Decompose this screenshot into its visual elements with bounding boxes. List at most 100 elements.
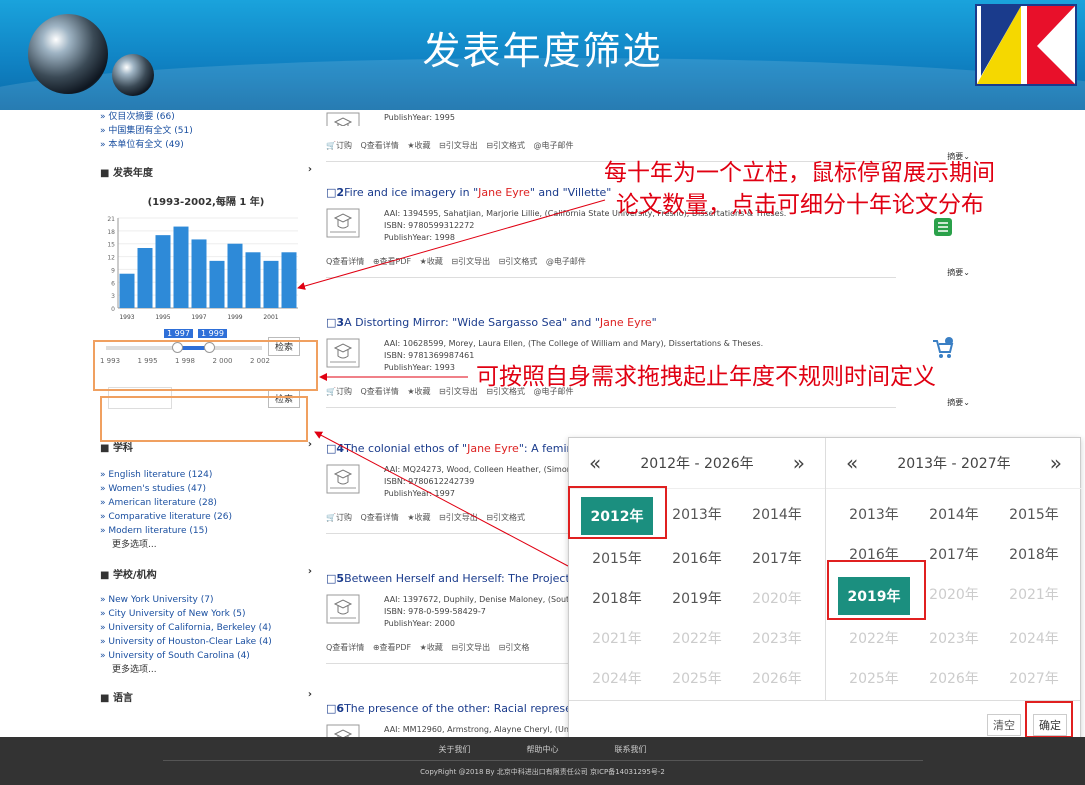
result-number: 2 (336, 186, 345, 199)
square-icon: ■ (100, 570, 113, 581)
year-cell[interactable]: 2013年 (657, 495, 737, 533)
footer-link[interactable]: 帮助中心 (527, 745, 559, 754)
section-year[interactable]: ■ 发表年度 › (100, 164, 312, 179)
sidebar-link[interactable]: » 仅目次摘要 (66) (100, 110, 312, 124)
slider-highlight-box (93, 340, 318, 391)
result-actions[interactable]: Q查看详情 ⊕查看PDF ★收藏 ⊟引文导出 ⊟引文格式 @电子邮件 (326, 256, 982, 267)
year-cell[interactable]: 2017年 (914, 535, 994, 573)
sidebar-link[interactable]: » 本单位有全文 (49) (100, 138, 312, 152)
title-highlight: Jane Eyre (478, 186, 530, 199)
annotation-1: 每十年为一个立柱，鼠标停留展示期间 (604, 160, 995, 186)
meta-line: AAI: MM12960, Armstrong, Alayne Cheryl, … (384, 725, 599, 734)
footer-link[interactable]: 联系我们 (615, 745, 647, 754)
school-item[interactable]: » New York University (7) (100, 593, 312, 607)
cart-icon[interactable] (930, 336, 954, 360)
chart-bar[interactable] (227, 243, 243, 308)
meta-line: AAI: MQ24273, Wood, Colleen Heather, (Si… (384, 465, 596, 474)
brand-logo (975, 4, 1077, 86)
result-meta: PublishYear: 1995 (384, 112, 455, 126)
section-year-label: 发表年度 (112, 168, 153, 179)
x-tick-label: 1997 (191, 314, 206, 321)
subject-item[interactable]: 更多选项... (100, 538, 312, 552)
result-title[interactable]: □3A Distorting Mirror: "Wide Sargasso Se… (326, 316, 982, 330)
footer-link[interactable]: 关于我们 (439, 745, 471, 754)
school-item[interactable]: » University of California, Berkeley (4) (100, 621, 312, 635)
meta-line: ISBN: 9781369987461 (384, 351, 475, 360)
year-cell[interactable]: 2019年 (657, 579, 737, 617)
year-bar-chart[interactable]: 0 3 6 9 12 15 18 21 1993 1995 1997 1999 2001 (100, 214, 312, 326)
title-highlight: Jane Eyre (599, 316, 652, 329)
result-meta: AAI: MQ24273, Wood, Colleen Heather, (Si… (384, 464, 596, 500)
chevron-right-icon: › (307, 164, 312, 175)
year-cell[interactable]: 2018年 (994, 535, 1074, 573)
result-checkbox[interactable]: □ (326, 316, 336, 329)
school-item[interactable]: 更多选项... (100, 663, 312, 677)
school-item[interactable]: » City University of New York (5) (100, 607, 312, 621)
page-title: 发表年度筛选 (422, 29, 663, 73)
chart-bar[interactable] (155, 235, 171, 308)
chart-bar[interactable] (119, 273, 135, 308)
year-cell[interactable]: 2013年 (834, 495, 914, 533)
abstract-toggle[interactable]: 摘要⌄ (947, 267, 970, 278)
school-item[interactable]: » University of Houston-Clear Lake (4) (100, 635, 312, 649)
chart-bar[interactable] (281, 252, 297, 308)
result-checkbox[interactable]: □ (326, 702, 336, 715)
y-tick-label: 15 (107, 242, 115, 249)
year-cell: 2020年 (752, 591, 802, 607)
year-cell[interactable]: 2015年 (577, 539, 657, 577)
x-tick-label: 2001 (263, 314, 278, 321)
sidebar-link[interactable]: » 中国集团有全文 (51) (100, 124, 312, 138)
school-list: » New York University (7)» City Universi… (100, 593, 312, 677)
next-decade-button[interactable]: » (1050, 451, 1062, 475)
year-cell: 2024年 (1009, 631, 1059, 647)
thesis-icon (326, 338, 360, 368)
year-cell[interactable]: 2017年 (737, 539, 817, 577)
prev-decade-button[interactable]: « (589, 451, 601, 475)
thesis-icon (326, 208, 360, 238)
chart-bar[interactable] (263, 260, 279, 308)
meta-line: PublishYear: 1997 (384, 489, 455, 498)
section-language[interactable]: ■ 语言 › (100, 689, 312, 704)
section-school[interactable]: ■ 学校/机构 › (100, 566, 312, 581)
y-tick-label: 12 (107, 255, 115, 262)
picker-left-panel: « 2012年 - 2026年 » 2012年 2013年 2014年 2015年 20… (569, 438, 825, 696)
ebook-icon[interactable] (932, 216, 954, 238)
year-cell: 2024年 (592, 671, 642, 687)
school-item[interactable]: » University of South Carolina (4) (100, 649, 312, 663)
subject-item[interactable]: » Modern literature (15) (100, 524, 312, 538)
chart-bar[interactable] (137, 248, 153, 308)
result-checkbox[interactable]: □ (326, 442, 336, 455)
x-tick-label: 1993 (119, 314, 134, 321)
y-tick-label: 6 (111, 280, 115, 287)
chevron-right-icon: › (307, 689, 312, 700)
result-actions[interactable]: 🛒订购 Q查看详情 ★收藏 ⊟引文导出 ⊟引文格式 @电子邮件 (326, 140, 982, 151)
subject-item[interactable]: » Women's studies (47) (100, 482, 312, 496)
chart-bar[interactable] (209, 260, 225, 308)
square-icon: ■ (100, 443, 113, 454)
y-tick-label: 9 (111, 267, 115, 274)
clear-button[interactable]: 清空 (987, 714, 1021, 736)
year-cell[interactable]: 2018年 (577, 579, 657, 617)
year-cell[interactable]: 2016年 (657, 539, 737, 577)
year-cell: 2021年 (1009, 587, 1059, 603)
abstract-toggle[interactable]: 摘要⌄ (947, 397, 970, 408)
year-cell[interactable]: 2015年 (994, 495, 1074, 533)
year-cell[interactable]: 2014年 (914, 495, 994, 533)
section-language-label: 语言 (112, 693, 133, 704)
picker-right-range: 2013年 - 2027年 (897, 456, 1011, 472)
result-checkbox[interactable]: □ (326, 572, 336, 585)
chart-bar[interactable] (245, 252, 261, 308)
square-icon: ■ (100, 693, 113, 704)
next-decade-button[interactable]: » (793, 451, 805, 475)
subject-item[interactable]: » American literature (28) (100, 496, 312, 510)
chart-bar[interactable] (173, 226, 189, 308)
prev-decade-button[interactable]: « (846, 451, 858, 475)
subject-item[interactable]: » Comparative literature (26) (100, 510, 312, 524)
title-text: A Distorting Mirror: "Wide Sargasso Sea"… (344, 316, 600, 329)
chart-bar[interactable] (191, 239, 207, 308)
year-cell[interactable]: 2014年 (737, 495, 817, 533)
y-tick-label: 18 (107, 229, 115, 236)
result-checkbox[interactable]: □ (326, 186, 336, 199)
result-divider (326, 277, 896, 278)
subject-item[interactable]: » English literature (124) (100, 468, 312, 482)
